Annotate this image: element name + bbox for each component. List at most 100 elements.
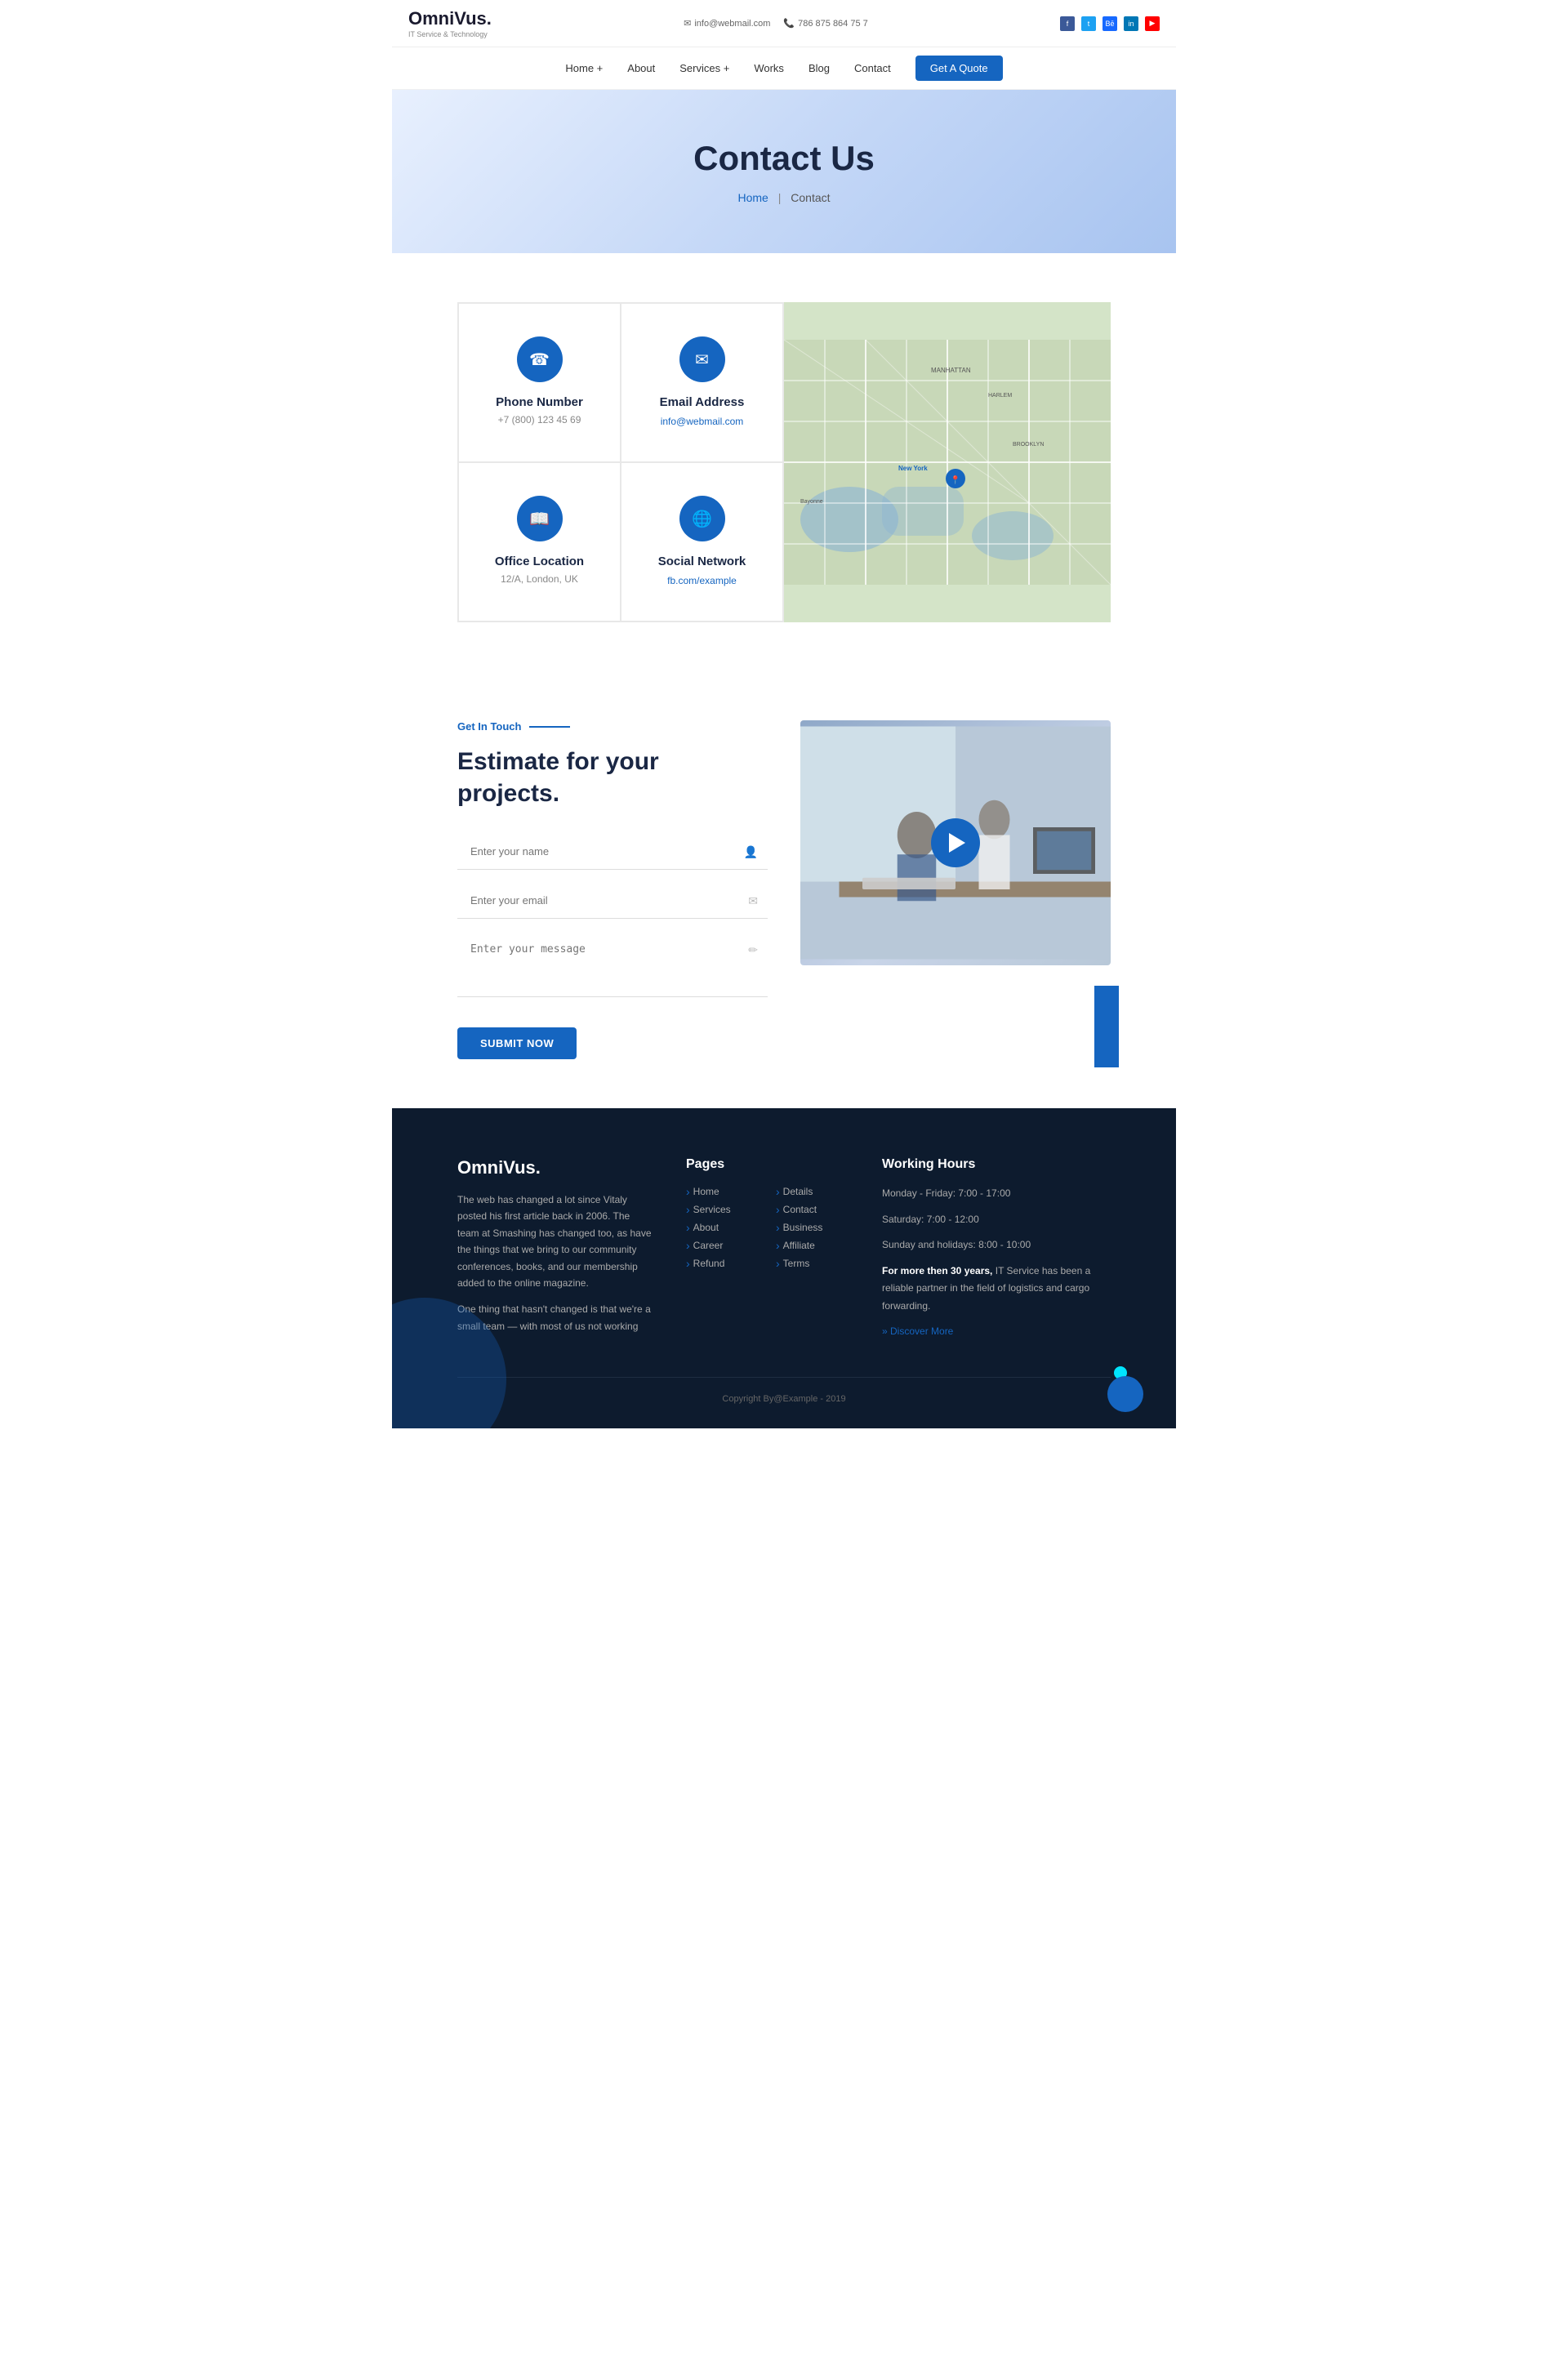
discover-more-link[interactable]: » Discover More — [882, 1325, 953, 1337]
tag-label: Get In Touch — [457, 720, 521, 733]
logo-text: OmniVus. — [408, 8, 492, 29]
name-input[interactable] — [457, 834, 768, 870]
name-field-group: 👤 — [457, 834, 768, 870]
svg-text:HARLEM: HARLEM — [988, 393, 1012, 399]
email-title: Email Address — [638, 395, 766, 409]
video-thumbnail[interactable] — [800, 720, 1111, 965]
video-image — [800, 720, 1111, 965]
contact-cards: ☎ Phone Number +7 (800) 123 45 69 ✉ Emai… — [457, 302, 784, 622]
footer-grid: OmniVus. The web has changed a lot since… — [457, 1157, 1111, 1344]
footer-link-business[interactable]: Business — [776, 1221, 849, 1234]
footer-brand: OmniVus. The web has changed a lot since… — [457, 1157, 653, 1344]
footer-link-career[interactable]: Career — [686, 1239, 760, 1252]
email-card: ✉ Email Address info@webmail.com — [621, 303, 783, 462]
get-quote-button[interactable]: Get A Quote — [915, 56, 1003, 81]
message-input[interactable] — [457, 932, 768, 997]
footer-link-affiliate[interactable]: Affiliate — [776, 1239, 849, 1252]
footer-pages: Pages Home Details Services Contact Abou… — [686, 1157, 849, 1344]
footer-link-services[interactable]: Services — [686, 1203, 760, 1216]
location-title: Office Location — [475, 555, 604, 568]
contact-info-section: ☎ Phone Number +7 (800) 123 45 69 ✉ Emai… — [392, 253, 1176, 671]
footer-brand-desc1: The web has changed a lot since Vitaly p… — [457, 1192, 653, 1291]
location-icon: 📖 — [517, 496, 563, 541]
email-input[interactable] — [457, 883, 768, 919]
footer-hours-sunday: Sunday and holidays: 8:00 - 10:00 — [882, 1236, 1111, 1254]
person-icon: 👤 — [744, 845, 758, 859]
main-nav: Home + About Services + Works Blog Conta… — [392, 47, 1176, 90]
nav-works[interactable]: Works — [754, 62, 784, 74]
footer-hours-desc: For more then 30 years, IT Service has b… — [882, 1263, 1111, 1316]
logo[interactable]: OmniVus. IT Service & Technology — [408, 8, 492, 38]
breadcrumb-home[interactable]: Home — [737, 191, 768, 204]
footer-link-home[interactable]: Home — [686, 1185, 760, 1198]
submit-button[interactable]: Submit Now — [457, 1027, 577, 1059]
social-icon: 🌐 — [679, 496, 725, 541]
footer-link-terms[interactable]: Terms — [776, 1257, 849, 1270]
behance-link[interactable]: Bē — [1102, 16, 1117, 31]
envelope-icon: ✉ — [748, 894, 758, 908]
email-field-group: ✉ — [457, 883, 768, 919]
nav-about[interactable]: About — [627, 62, 655, 74]
footer-copyright: Copyright By@Example - 2019 — [457, 1377, 1111, 1404]
nav-contact[interactable]: Contact — [854, 62, 891, 74]
svg-text:BROOKLYN: BROOKLYN — [1013, 442, 1044, 448]
tag-line — [529, 726, 570, 728]
phone-icon: ☎ — [517, 336, 563, 382]
phone-card: ☎ Phone Number +7 (800) 123 45 69 — [458, 303, 621, 462]
breadcrumb-separator: | — [778, 191, 782, 204]
breadcrumb-current: Contact — [791, 191, 830, 204]
map: MANHATTAN HARLEM BROOKLYN Bayonne New Yo… — [784, 302, 1111, 622]
footer-link-about[interactable]: About — [686, 1221, 760, 1234]
youtube-link[interactable]: ▶ — [1145, 16, 1160, 31]
social-value[interactable]: fb.com/example — [667, 575, 737, 586]
linkedin-link[interactable]: in — [1124, 16, 1138, 31]
footer-link-details[interactable]: Details — [776, 1185, 849, 1198]
header-email: ✉ info@webmail.com — [684, 18, 770, 29]
facebook-link[interactable]: f — [1060, 16, 1075, 31]
header-contact: ✉ info@webmail.com 📞 786 875 864 75 7 — [684, 18, 868, 29]
phone-icon: 📞 — [783, 18, 795, 29]
footer-pages-list: Home Details Services Contact About Busi… — [686, 1185, 849, 1270]
hero-section: Contact Us Home | Contact — [392, 90, 1176, 253]
footer-dot-blue — [1107, 1376, 1143, 1412]
play-button[interactable] — [931, 818, 980, 867]
header-phone: 📞 786 875 864 75 7 — [783, 18, 867, 29]
breadcrumb: Home | Contact — [408, 191, 1160, 204]
edit-icon: ✏ — [748, 943, 758, 957]
footer-brand-name: OmniVus. — [457, 1157, 653, 1178]
email-icon: ✉ — [679, 336, 725, 382]
footer-hours: Working Hours Monday - Friday: 7:00 - 17… — [882, 1157, 1111, 1344]
nav-blog[interactable]: Blog — [808, 62, 830, 74]
footer-pages-title: Pages — [686, 1157, 849, 1172]
nav-services[interactable]: Services + — [679, 62, 729, 74]
blue-accent-bar — [1094, 986, 1119, 1067]
phone-title: Phone Number — [475, 395, 604, 409]
footer-hours-title: Working Hours — [882, 1157, 1111, 1172]
footer-link-contact[interactable]: Contact — [776, 1203, 849, 1216]
site-header: OmniVus. IT Service & Technology ✉ info@… — [392, 0, 1176, 47]
phone-value: +7 (800) 123 45 69 — [475, 414, 604, 425]
page-title: Contact Us — [408, 139, 1160, 178]
location-card: 📖 Office Location 12/A, London, UK — [458, 462, 621, 621]
twitter-link[interactable]: t — [1081, 16, 1096, 31]
estimate-form-area: Get In Touch Estimate for your projects.… — [457, 720, 768, 1059]
social-links: f t Bē in ▶ — [1060, 16, 1160, 31]
email-value[interactable]: info@webmail.com — [661, 416, 744, 427]
site-footer: OmniVus. The web has changed a lot since… — [392, 1108, 1176, 1428]
email-icon: ✉ — [684, 18, 691, 29]
estimate-section: Get In Touch Estimate for your projects.… — [392, 671, 1176, 1108]
svg-text:Bayonne: Bayonne — [800, 499, 823, 505]
footer-hours-weekday: Monday - Friday: 7:00 - 17:00 — [882, 1185, 1111, 1203]
location-value: 12/A, London, UK — [475, 573, 604, 585]
svg-text:New York: New York — [898, 465, 928, 472]
social-card: 🌐 Social Network fb.com/example — [621, 462, 783, 621]
estimate-video-area — [800, 720, 1111, 1059]
estimate-title: Estimate for your projects. — [457, 746, 768, 809]
nav-home[interactable]: Home + — [565, 62, 603, 74]
footer-link-refund[interactable]: Refund — [686, 1257, 760, 1270]
footer-hours-saturday: Saturday: 7:00 - 12:00 — [882, 1211, 1111, 1229]
social-title: Social Network — [638, 555, 766, 568]
svg-text:MANHATTAN: MANHATTAN — [931, 367, 971, 374]
section-tag: Get In Touch — [457, 720, 768, 733]
logo-subtitle: IT Service & Technology — [408, 30, 492, 38]
